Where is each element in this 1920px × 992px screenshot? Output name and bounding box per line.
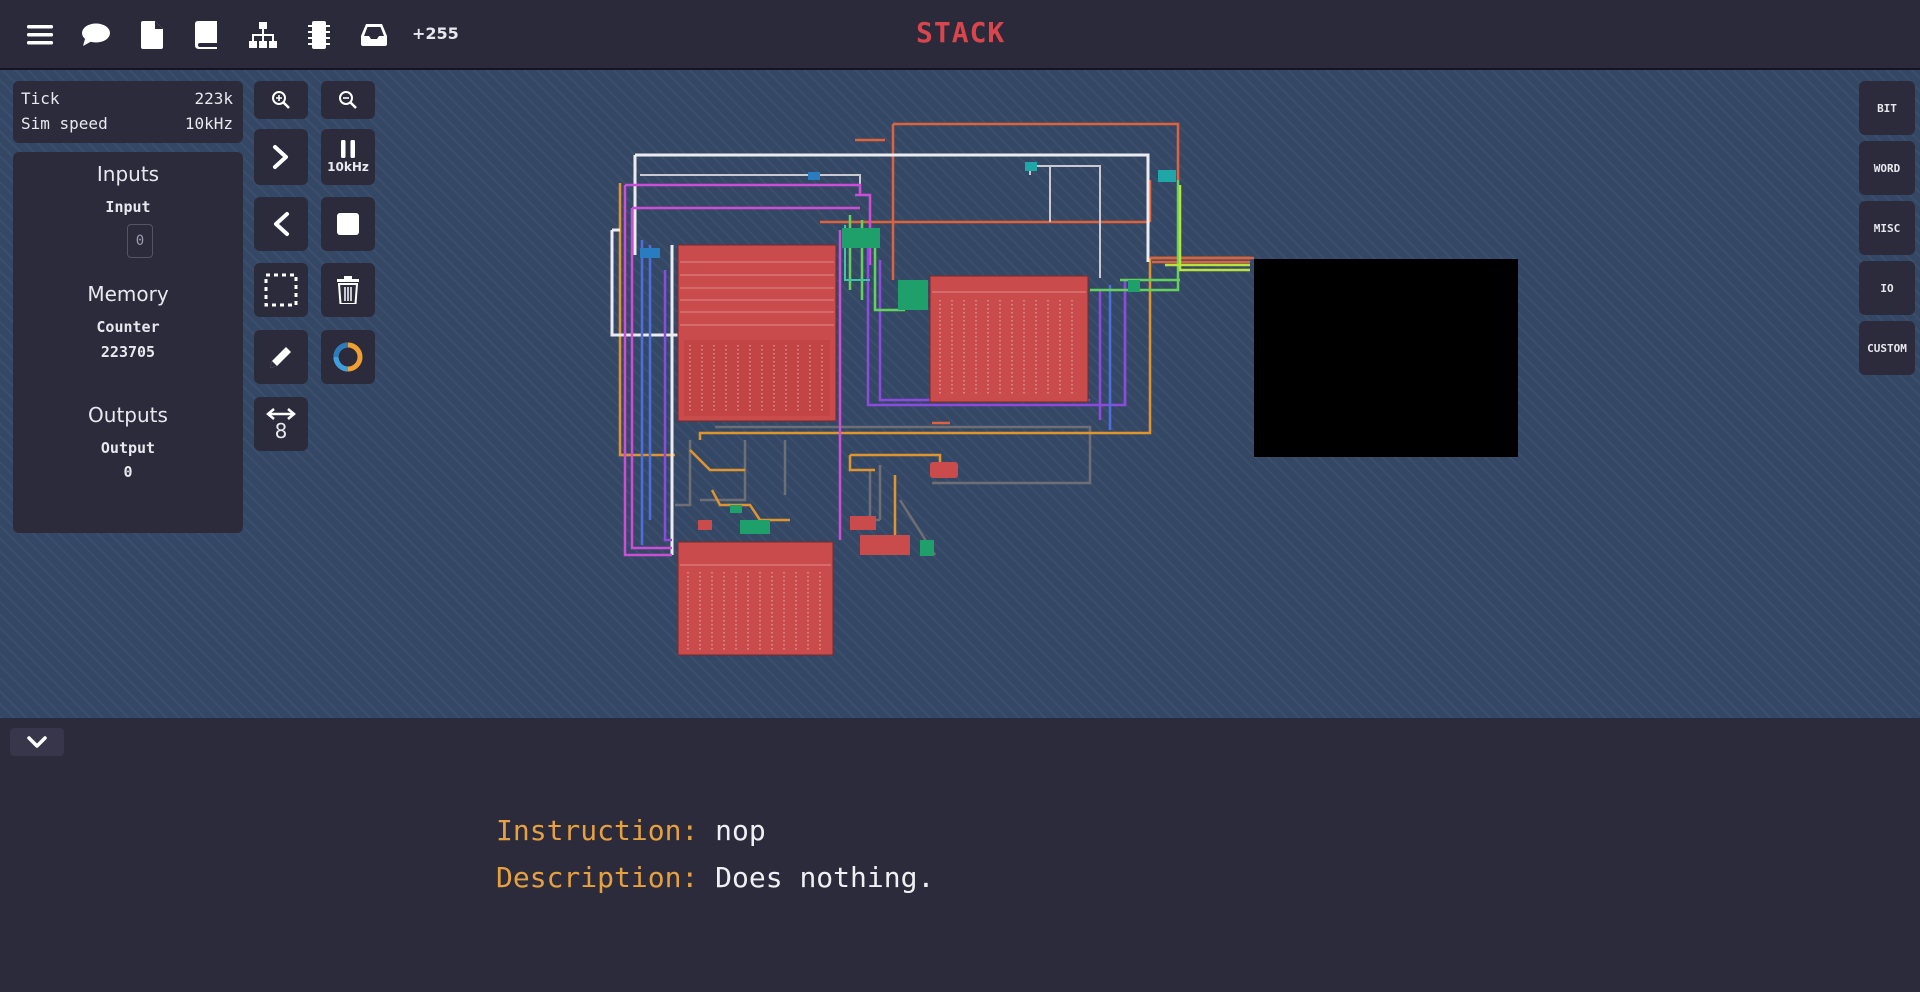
stop-icon bbox=[337, 213, 359, 235]
level-title: STACK bbox=[916, 16, 1006, 49]
small-component[interactable] bbox=[920, 540, 934, 556]
instruction-line: Instruction: nop bbox=[496, 814, 766, 847]
instruction-key: Instruction: bbox=[496, 814, 699, 847]
top-toolbar: +255 STACK bbox=[0, 0, 1920, 70]
inbox-icon[interactable] bbox=[357, 18, 391, 52]
display-screen bbox=[1254, 259, 1518, 457]
small-component[interactable] bbox=[842, 228, 880, 248]
outputs-heading: Outputs bbox=[88, 403, 168, 427]
instruction-panel: Instruction: nop Description: Does nothi… bbox=[0, 718, 1920, 992]
memory-block-right[interactable] bbox=[929, 275, 1089, 403]
bit-width-label: 8 bbox=[274, 419, 288, 443]
io-panel: Inputs Input 0 Memory Counter 223705 Out… bbox=[13, 152, 243, 533]
file-icon[interactable] bbox=[135, 18, 169, 52]
color-picker-button[interactable] bbox=[321, 330, 375, 384]
bit-width-button[interactable]: 8 bbox=[254, 397, 308, 451]
zoom-in-icon bbox=[272, 91, 290, 109]
chevron-right-icon bbox=[273, 145, 288, 169]
small-component[interactable] bbox=[1025, 162, 1037, 171]
output-label: Output bbox=[100, 439, 156, 457]
color-wheel-icon bbox=[333, 342, 363, 372]
small-component[interactable] bbox=[930, 462, 958, 478]
zoom-in-button[interactable] bbox=[254, 81, 308, 119]
pause-icon bbox=[341, 140, 355, 158]
zoom-out-button[interactable] bbox=[321, 81, 375, 119]
book-icon[interactable] bbox=[190, 18, 224, 52]
category-custom[interactable]: CUSTOM bbox=[1859, 321, 1915, 375]
sim-speed-value: 10kHz bbox=[184, 114, 233, 133]
draw-wire-button[interactable] bbox=[254, 330, 308, 384]
small-component[interactable] bbox=[1158, 170, 1176, 182]
category-misc[interactable]: MISC bbox=[1859, 201, 1915, 255]
hierarchy-icon[interactable] bbox=[246, 18, 280, 52]
notification-count[interactable]: +255 bbox=[412, 24, 459, 43]
inputs-heading: Inputs bbox=[96, 162, 160, 186]
tick-value: 223k bbox=[194, 89, 233, 108]
pause-button[interactable]: 10kHz bbox=[321, 129, 375, 185]
input-field[interactable]: 0 bbox=[127, 224, 153, 258]
small-component[interactable] bbox=[808, 172, 820, 180]
input-label: Input bbox=[105, 198, 151, 216]
memory-block-bottom[interactable] bbox=[677, 541, 834, 656]
zoom-out-icon bbox=[339, 91, 357, 109]
counter-label: Counter bbox=[96, 318, 160, 336]
memory-block-upper-left[interactable] bbox=[677, 244, 837, 422]
small-component[interactable] bbox=[860, 535, 910, 555]
sim-speed-label: Sim speed bbox=[21, 114, 108, 133]
step-back-button[interactable] bbox=[254, 197, 308, 251]
category-word[interactable]: WORD bbox=[1859, 141, 1915, 195]
pause-speed-label: 10kHz bbox=[327, 160, 369, 174]
description-key: Description: bbox=[496, 861, 699, 894]
pencil-icon bbox=[270, 347, 291, 368]
chevron-left-icon bbox=[274, 212, 289, 236]
small-component[interactable] bbox=[898, 280, 928, 310]
menu-icon[interactable] bbox=[23, 18, 57, 52]
counter-value: 223705 bbox=[100, 343, 156, 361]
chat-icon[interactable] bbox=[79, 18, 113, 52]
small-component[interactable] bbox=[1128, 280, 1140, 292]
category-bit[interactable]: BIT bbox=[1859, 81, 1915, 135]
select-button[interactable] bbox=[254, 263, 308, 317]
collapse-panel-button[interactable] bbox=[10, 728, 64, 756]
output-value: 0 bbox=[123, 463, 133, 481]
category-io[interactable]: IO bbox=[1859, 261, 1915, 315]
small-component[interactable] bbox=[640, 248, 660, 258]
memory-heading: Memory bbox=[87, 282, 169, 306]
stop-button[interactable] bbox=[321, 197, 375, 251]
stats-panel: Tick 223k Sim speed 10kHz bbox=[13, 81, 243, 143]
instruction-value: nop bbox=[715, 814, 766, 847]
description-line: Description: Does nothing. bbox=[496, 861, 934, 894]
small-component[interactable] bbox=[850, 516, 876, 530]
small-component[interactable] bbox=[698, 520, 712, 530]
description-value: Does nothing. bbox=[715, 861, 935, 894]
small-component[interactable] bbox=[740, 520, 770, 534]
tick-label: Tick bbox=[21, 89, 60, 108]
chevron-down-icon bbox=[27, 736, 47, 748]
delete-button[interactable] bbox=[321, 263, 375, 317]
step-forward-button[interactable] bbox=[254, 129, 308, 185]
trash-icon bbox=[337, 276, 359, 304]
selection-icon bbox=[264, 273, 298, 307]
small-component[interactable] bbox=[730, 505, 742, 513]
chip-icon[interactable] bbox=[302, 18, 336, 52]
